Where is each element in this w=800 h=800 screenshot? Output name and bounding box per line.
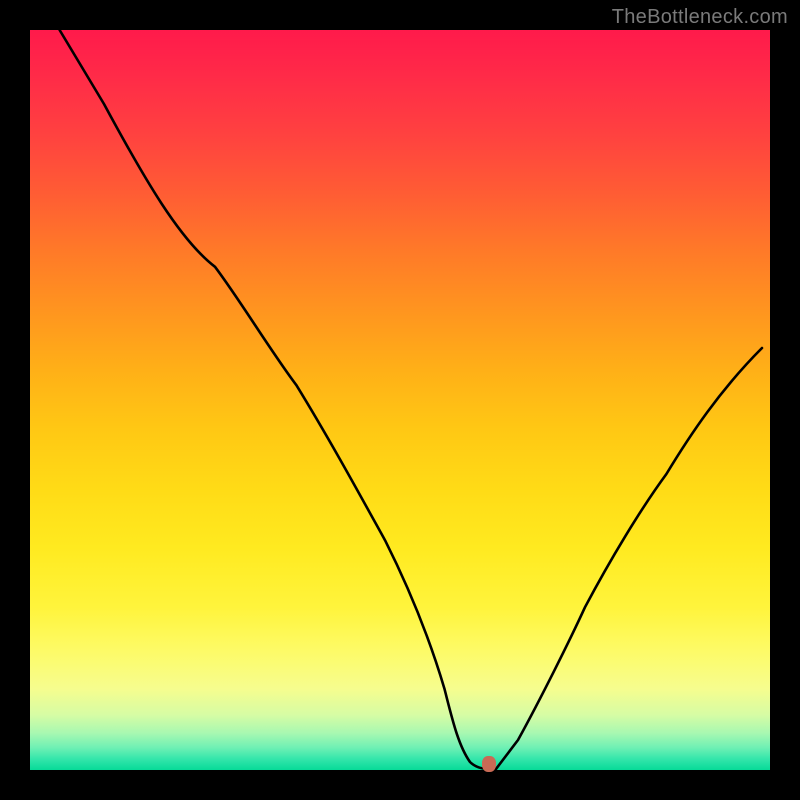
min-marker <box>482 756 496 772</box>
chart-frame: TheBottleneck.com <box>0 0 800 800</box>
watermark-text: TheBottleneck.com <box>612 6 788 29</box>
bottleneck-curve <box>60 30 762 769</box>
plot-area <box>30 30 770 770</box>
chart-svg <box>30 30 770 770</box>
